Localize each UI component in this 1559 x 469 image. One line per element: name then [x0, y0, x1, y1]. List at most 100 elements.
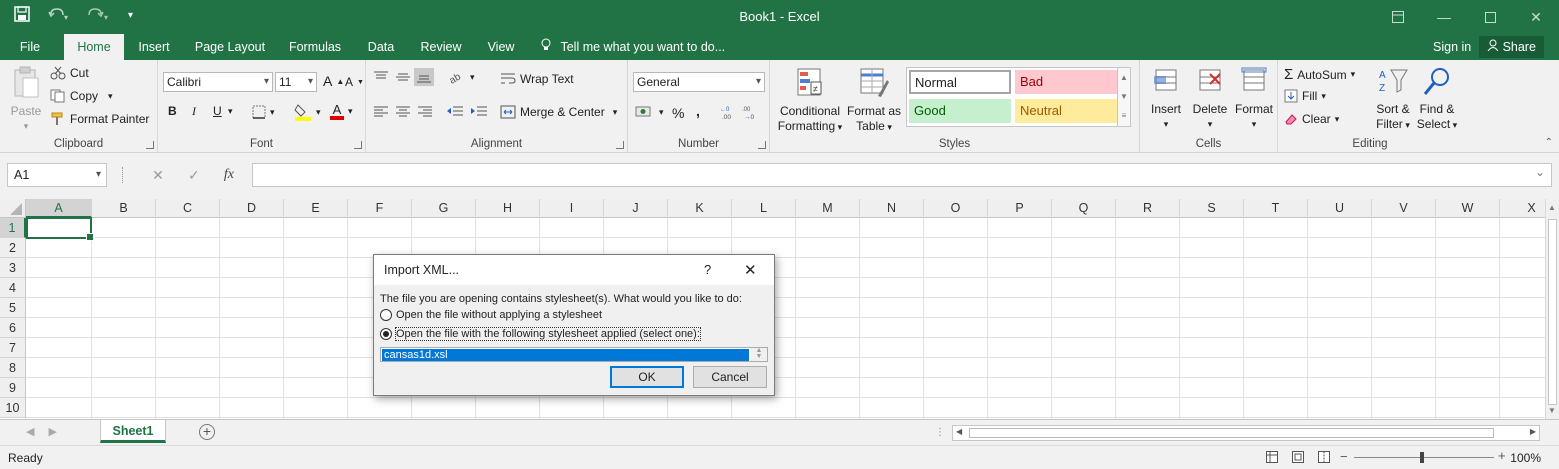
column-header-p[interactable]: P	[988, 199, 1052, 218]
horizontal-scrollbar[interactable]: ◀ ▶	[952, 425, 1540, 441]
column-header-k[interactable]: K	[668, 199, 732, 218]
radio-without-stylesheet[interactable]: Open the file without applying a stylesh…	[380, 309, 602, 321]
underline-button[interactable]: U	[213, 104, 222, 118]
increase-decimal-button[interactable]: ←0.00	[720, 104, 738, 120]
italic-button[interactable]: I	[192, 104, 196, 119]
format-cells-button[interactable]: Format ▾	[1232, 66, 1276, 132]
zoom-out-icon[interactable]: −	[1340, 449, 1348, 464]
zoom-slider[interactable]	[1354, 457, 1494, 458]
row-header-7[interactable]: 7	[0, 338, 26, 358]
style-good[interactable]: Good	[909, 99, 1011, 123]
radio-with-stylesheet[interactable]: Open the file with the following stylesh…	[380, 327, 701, 341]
help-icon[interactable]: ?	[704, 262, 711, 277]
scroll-up-icon[interactable]: ▲	[1548, 203, 1556, 212]
underline-dropdown[interactable]: ▾	[228, 106, 233, 117]
select-all-corner[interactable]	[0, 199, 26, 218]
column-header-w[interactable]: W	[1436, 199, 1500, 218]
dialog-launcher-icon[interactable]	[616, 141, 624, 149]
column-header-n[interactable]: N	[860, 199, 924, 218]
dialog-launcher-icon[interactable]	[758, 141, 766, 149]
sheet-nav-arrows[interactable]: ◀▶	[26, 425, 71, 438]
comma-button[interactable]: ,	[696, 103, 700, 119]
column-header-q[interactable]: Q	[1052, 199, 1116, 218]
increase-indent-button[interactable]	[470, 105, 488, 119]
bottom-align-button[interactable]	[414, 68, 434, 86]
scroll-down-icon[interactable]: ▼	[1548, 406, 1556, 415]
column-header-s[interactable]: S	[1180, 199, 1244, 218]
sheet-tab-sheet1[interactable]: Sheet1	[100, 420, 166, 443]
scroll-thumb[interactable]	[1548, 219, 1557, 405]
tab-insert[interactable]: Insert	[128, 34, 180, 60]
row-header-4[interactable]: 4	[0, 278, 26, 298]
column-header-a[interactable]: A	[26, 199, 92, 218]
ok-button[interactable]: OK	[610, 366, 684, 388]
row-header-8[interactable]: 8	[0, 358, 26, 378]
align-left-button[interactable]	[373, 105, 389, 119]
add-sheet-icon[interactable]: +	[199, 424, 215, 440]
radio-button-with[interactable]	[380, 328, 392, 340]
column-header-j[interactable]: J	[604, 199, 668, 218]
dialog-launcher-icon[interactable]	[354, 141, 362, 149]
bold-button[interactable]: B	[168, 104, 177, 118]
font-name-combo[interactable]: Calibri	[163, 72, 273, 92]
cut-button[interactable]: Cut	[50, 66, 89, 80]
copy-button[interactable]: Copy ▾	[50, 89, 113, 103]
tab-data[interactable]: Data	[356, 34, 406, 60]
tab-view[interactable]: View	[476, 34, 526, 60]
tab-formulas[interactable]: Formulas	[280, 34, 350, 60]
name-box[interactable]: A1	[7, 163, 107, 187]
row-header-1[interactable]: 1	[0, 218, 26, 238]
format-as-table-button[interactable]: Format as Table ▾	[844, 66, 904, 135]
vertical-scrollbar[interactable]: ▲ ▼	[1545, 199, 1559, 419]
borders-button[interactable]: ▾	[252, 105, 275, 119]
conditional-formatting-button[interactable]: ≠ Conditional Formatting ▾	[776, 66, 844, 135]
radio-button-without[interactable]	[380, 309, 392, 321]
collapse-ribbon-icon[interactable]: ⌃	[1545, 137, 1553, 148]
column-header-f[interactable]: F	[348, 199, 412, 218]
row-header-10[interactable]: 10	[0, 398, 26, 418]
align-center-button[interactable]	[395, 105, 411, 119]
tell-me-box[interactable]: Tell me what you want to do...	[541, 34, 725, 60]
enter-entry-icon[interactable]: ✓	[188, 167, 200, 184]
clear-button[interactable]: Clear ▾	[1284, 112, 1339, 126]
fill-button[interactable]: Fill ▾	[1284, 89, 1326, 103]
stylesheet-item-selected[interactable]: cansas1d.xsl	[382, 349, 749, 361]
orientation-button[interactable]: ab ▾	[448, 70, 475, 84]
formula-bar-splitter[interactable]	[122, 167, 124, 183]
zoom-level[interactable]: 100%	[1510, 451, 1541, 465]
column-header-c[interactable]: C	[156, 199, 220, 218]
tab-splitter-icon[interactable]: ⋮	[935, 427, 945, 438]
scroll-thumb[interactable]	[969, 428, 1494, 438]
column-header-r[interactable]: R	[1116, 199, 1180, 218]
dialog-launcher-icon[interactable]	[146, 141, 154, 149]
autosum-button[interactable]: Σ AutoSum ▾	[1284, 66, 1355, 83]
page-layout-view-icon[interactable]	[1292, 451, 1304, 466]
page-break-view-icon[interactable]	[1318, 451, 1330, 466]
font-size-combo[interactable]: 11	[275, 72, 317, 92]
dialog-close-icon[interactable]: ✕	[744, 261, 757, 279]
column-header-l[interactable]: L	[732, 199, 796, 218]
column-header-d[interactable]: D	[220, 199, 284, 218]
decrease-indent-button[interactable]	[446, 105, 464, 119]
style-normal[interactable]: Normal	[909, 70, 1011, 94]
zoom-slider-knob[interactable]	[1420, 452, 1424, 463]
top-align-button[interactable]	[373, 70, 389, 84]
worksheet-grid[interactable]: ABCDEFGHIJKLMNOPQRSTUVWX 1 2 3 4 5 6 7 8 9 10 ▲ ▼	[0, 199, 1559, 419]
column-header-v[interactable]: V	[1372, 199, 1436, 218]
column-header-i[interactable]: I	[540, 199, 604, 218]
formula-input[interactable]	[252, 163, 1552, 187]
row-header-2[interactable]: 2	[0, 238, 26, 258]
column-header-u[interactable]: U	[1308, 199, 1372, 218]
tab-review[interactable]: Review	[412, 34, 470, 60]
cancel-entry-icon[interactable]: ✕	[152, 167, 164, 184]
zoom-in-icon[interactable]: +	[1498, 448, 1506, 463]
delete-cells-button[interactable]: Delete ▾	[1188, 66, 1232, 132]
column-header-t[interactable]: T	[1244, 199, 1308, 218]
list-spin-icon[interactable]: ▲ ▼	[751, 347, 767, 361]
find-select-button[interactable]: Find & Select ▾	[1414, 66, 1460, 133]
column-header-m[interactable]: M	[796, 199, 860, 218]
cancel-button[interactable]: Cancel	[693, 366, 767, 388]
style-bad[interactable]: Bad	[1015, 70, 1117, 94]
tab-home[interactable]: Home	[64, 34, 124, 60]
accounting-format-button[interactable]: ▾	[635, 105, 664, 119]
